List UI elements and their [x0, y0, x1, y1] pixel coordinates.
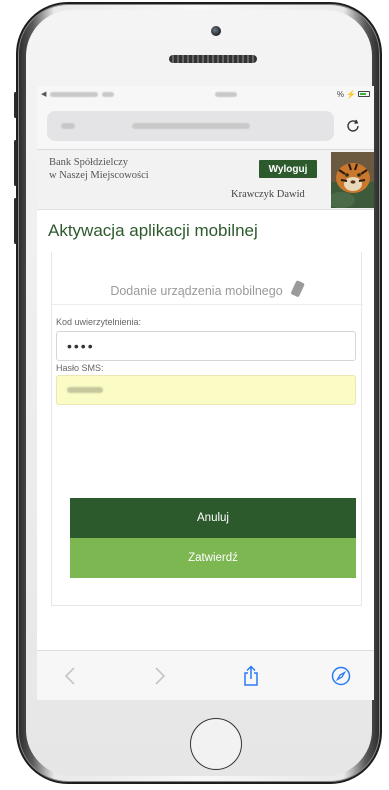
status-time: [214, 91, 237, 97]
bank-name-line1: Bank Spółdzielczy: [49, 157, 129, 168]
status-left: ◀: [41, 90, 115, 98]
activation-card: Dodanie urządzenia mobilnego Kod uwierzy…: [51, 252, 363, 606]
sms-value: [67, 387, 103, 393]
confirm-button[interactable]: Zatwierdź: [70, 538, 356, 578]
card-subtitle-text: Dodanie urządzenia mobilnego: [110, 283, 283, 298]
forward-icon[interactable]: [149, 665, 171, 687]
phone-screen: ◀ % ⚡ Bank Spółdzielczy w Naszej Miejsco…: [37, 86, 374, 700]
address-bar[interactable]: [47, 110, 334, 141]
card-divider: [52, 304, 363, 305]
browser-bottom-toolbar: [37, 650, 374, 700]
mute-switch: [14, 92, 17, 118]
auth-code-field[interactable]: ••••: [56, 331, 356, 361]
user-name: Krawczyk Dawid: [231, 189, 305, 200]
phone-device-icon: [289, 280, 305, 301]
browser-toolbar: [37, 102, 374, 150]
status-right: % ⚡: [337, 90, 370, 99]
battery-icon: [357, 91, 370, 97]
earpiece-speaker: [169, 55, 257, 63]
carrier-name: [50, 91, 99, 97]
sms-password-field[interactable]: [56, 375, 356, 405]
cancel-button[interactable]: Anuluj: [70, 498, 356, 538]
compass-icon[interactable]: [330, 665, 352, 687]
share-icon[interactable]: [240, 664, 262, 687]
charging-icon: ⚡: [346, 89, 356, 99]
card-subtitle: Dodanie urządzenia mobilnego: [52, 280, 363, 301]
bank-name: Bank Spółdzielczy w Naszej Miejscowości: [49, 156, 149, 182]
battery-percent: %: [336, 89, 345, 99]
auth-code-value: ••••: [67, 338, 95, 354]
bank-name-line2: w Naszej Miejscowości: [49, 170, 149, 181]
sms-label: Hasło SMS:: [56, 363, 104, 373]
logout-button[interactable]: Wyloguj: [259, 160, 317, 178]
signal-icon: ◀: [41, 91, 47, 98]
code-label: Kod uwierzytelnienia:: [56, 317, 142, 327]
page-title: Aktywacja aplikacji mobilnej: [48, 221, 258, 240]
volume-down-button: [14, 198, 17, 244]
bank-header: Bank Spółdzielczy w Naszej Miejscowości …: [37, 150, 374, 210]
volume-up-button: [14, 140, 17, 186]
url-prefix: [61, 122, 75, 129]
tiger-avatar: [331, 152, 374, 208]
network-type: [102, 91, 115, 97]
home-button[interactable]: [190, 718, 242, 770]
url-text: [131, 122, 250, 129]
status-bar: ◀ % ⚡: [37, 86, 374, 102]
reload-icon[interactable]: [342, 115, 364, 137]
back-icon[interactable]: [59, 665, 81, 687]
front-camera: [211, 26, 221, 36]
